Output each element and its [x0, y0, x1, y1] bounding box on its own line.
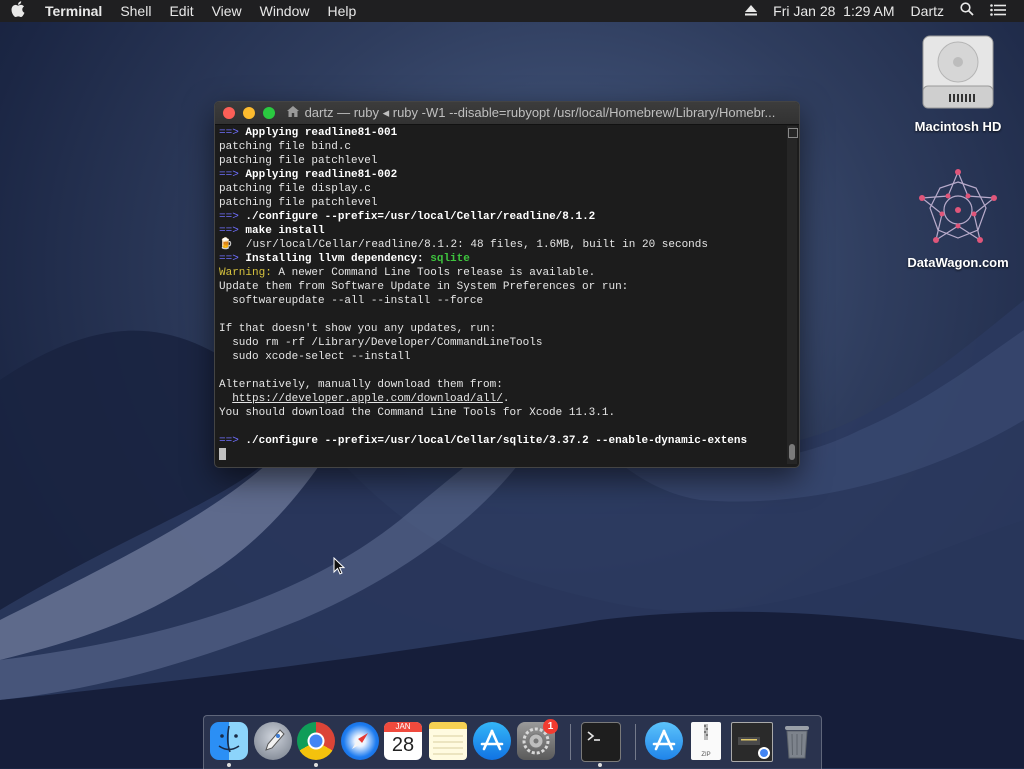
- output-line: Update them from Software Update in Syst…: [219, 281, 629, 293]
- launchpad-icon: [265, 729, 285, 751]
- menu-clock[interactable]: Fri Jan 28 1:29 AM: [765, 0, 902, 22]
- menu-shell[interactable]: Shell: [111, 0, 160, 22]
- prompt-arrow: ==>: [219, 127, 239, 139]
- zoom-button[interactable]: [262, 107, 275, 119]
- screenshot-icon: [738, 737, 770, 759]
- dock-separator: [635, 724, 636, 760]
- output-line: softwareupdate --all --install --force: [219, 295, 484, 307]
- output-line: patching file display.c: [219, 183, 371, 195]
- mouse-pointer-icon: [333, 557, 345, 575]
- output-line: A newer Command Line Tools release is av…: [271, 267, 596, 279]
- eject-icon[interactable]: [737, 0, 765, 22]
- prompt-arrow: ==>: [219, 253, 239, 265]
- chrome-icon: [307, 732, 325, 750]
- home-folder-icon: [286, 104, 299, 122]
- spotlight-search-icon[interactable]: [952, 0, 982, 22]
- running-indicator: [227, 763, 231, 767]
- terminal-scrollbar[interactable]: [787, 126, 798, 464]
- output-line: .: [502, 393, 510, 405]
- output-line: If that doesn't show you any updates, ru…: [219, 323, 497, 335]
- output-line: You should download the Command Line Too…: [219, 407, 616, 419]
- output-line: patching file patchlevel: [219, 197, 378, 209]
- menu-user[interactable]: Dartz: [903, 0, 952, 22]
- minimize-button[interactable]: [242, 107, 255, 119]
- package-name: sqlite: [430, 253, 470, 265]
- terminal-titlebar[interactable]: dartz — ruby ◂ ruby -W1 --disable=rubyop…: [215, 102, 799, 125]
- notification-badge: 1: [543, 719, 558, 734]
- finder-icon: [218, 725, 240, 753]
- prompt-arrow: ==>: [219, 211, 239, 223]
- desktop-icon-macintosh-hd[interactable]: Macintosh HD: [903, 34, 1013, 134]
- dock-screenshot[interactable]: [731, 722, 773, 762]
- dock-terminal[interactable]: [581, 722, 621, 762]
- download-link[interactable]: https://developer.apple.com/download/all…: [232, 393, 503, 405]
- output-line: patching file patchlevel: [219, 155, 378, 167]
- output-line: make install: [238, 225, 325, 237]
- menu-bar: Terminal Shell Edit View Window Help Fri…: [0, 0, 1024, 22]
- menu-edit[interactable]: Edit: [160, 0, 202, 22]
- output-line: sudo rm -rf /Library/Developer/CommandLi…: [219, 337, 543, 349]
- window-title: dartz — ruby ◂ ruby -W1 --disable=rubyop…: [304, 105, 776, 120]
- dock-separator: [570, 724, 571, 760]
- safari-icon: [352, 733, 368, 749]
- desktop-icon-label: Macintosh HD: [914, 119, 1002, 134]
- star-network-icon: [919, 169, 997, 243]
- output-line: ./configure --prefix=/usr/local/Cellar/r…: [238, 211, 596, 223]
- warning-label: Warning:: [219, 267, 272, 279]
- prompt-arrow: ==>: [219, 435, 239, 447]
- calendar-day: 28: [391, 734, 415, 756]
- calendar-month: JAN: [384, 722, 422, 732]
- menu-app-terminal[interactable]: Terminal: [36, 0, 111, 22]
- terminal-icon: [587, 731, 600, 741]
- dock-notes[interactable]: [429, 722, 467, 760]
- menu-window[interactable]: Window: [251, 0, 319, 22]
- output-line: /usr/local/Cellar/readline/8.1.2: 48 fil…: [232, 239, 708, 251]
- output-line: Installing llvm dependency:: [238, 253, 431, 265]
- output-line: Alternatively, manually download them fr…: [219, 379, 503, 391]
- applications-folder-icon: [652, 729, 676, 751]
- beer-mug-icon: 🍺: [219, 239, 233, 251]
- app-store-icon: [480, 729, 504, 751]
- dock-app-store[interactable]: [473, 722, 511, 760]
- output-line: Applying readline81-001: [238, 127, 398, 139]
- hard-drive-icon: [922, 35, 994, 109]
- output-line: ./configure --prefix=/usr/local/Cellar/s…: [238, 435, 748, 447]
- menu-help[interactable]: Help: [318, 0, 365, 22]
- dock-finder[interactable]: [210, 722, 248, 760]
- dock-zip-file[interactable]: ZIP: [691, 722, 721, 760]
- scrollbar-thumb[interactable]: [789, 444, 795, 460]
- terminal-output[interactable]: ==> Applying readline81-001 patching fil…: [219, 126, 785, 464]
- trash-icon: [785, 726, 809, 759]
- output-line: sudo xcode-select --install: [219, 351, 411, 363]
- dock-safari[interactable]: [341, 722, 379, 760]
- zip-file-icon: [704, 724, 708, 740]
- close-button[interactable]: [223, 107, 235, 119]
- notes-icon: [433, 735, 463, 755]
- output-line: Applying readline81-002: [238, 169, 398, 181]
- dock-trash[interactable]: [779, 722, 815, 760]
- menu-view[interactable]: View: [203, 0, 251, 22]
- dock-launchpad[interactable]: [254, 722, 292, 760]
- desktop-icon-datawagon[interactable]: DataWagon.com: [903, 168, 1013, 270]
- prompt-arrow: ==>: [219, 169, 239, 181]
- dock-calendar[interactable]: JAN 28: [384, 722, 422, 760]
- dock: JAN 28 1 ZIP: [203, 715, 822, 769]
- prompt-arrow: ==>: [219, 225, 239, 237]
- apple-menu-icon[interactable]: [0, 1, 36, 21]
- dock-applications-folder[interactable]: [645, 722, 683, 760]
- output-line: patching file bind.c: [219, 141, 352, 153]
- running-indicator: [314, 763, 318, 767]
- terminal-window[interactable]: dartz — ruby ◂ ruby -W1 --disable=rubyop…: [214, 101, 800, 468]
- text-cursor: [219, 448, 226, 461]
- zip-label: ZIP: [701, 752, 711, 758]
- notification-center-icon[interactable]: [982, 0, 1014, 22]
- desktop-icon-label: DataWagon.com: [907, 255, 1009, 270]
- dock-chrome[interactable]: [297, 722, 335, 760]
- scroll-top-icon[interactable]: [788, 128, 798, 138]
- running-indicator: [598, 763, 602, 767]
